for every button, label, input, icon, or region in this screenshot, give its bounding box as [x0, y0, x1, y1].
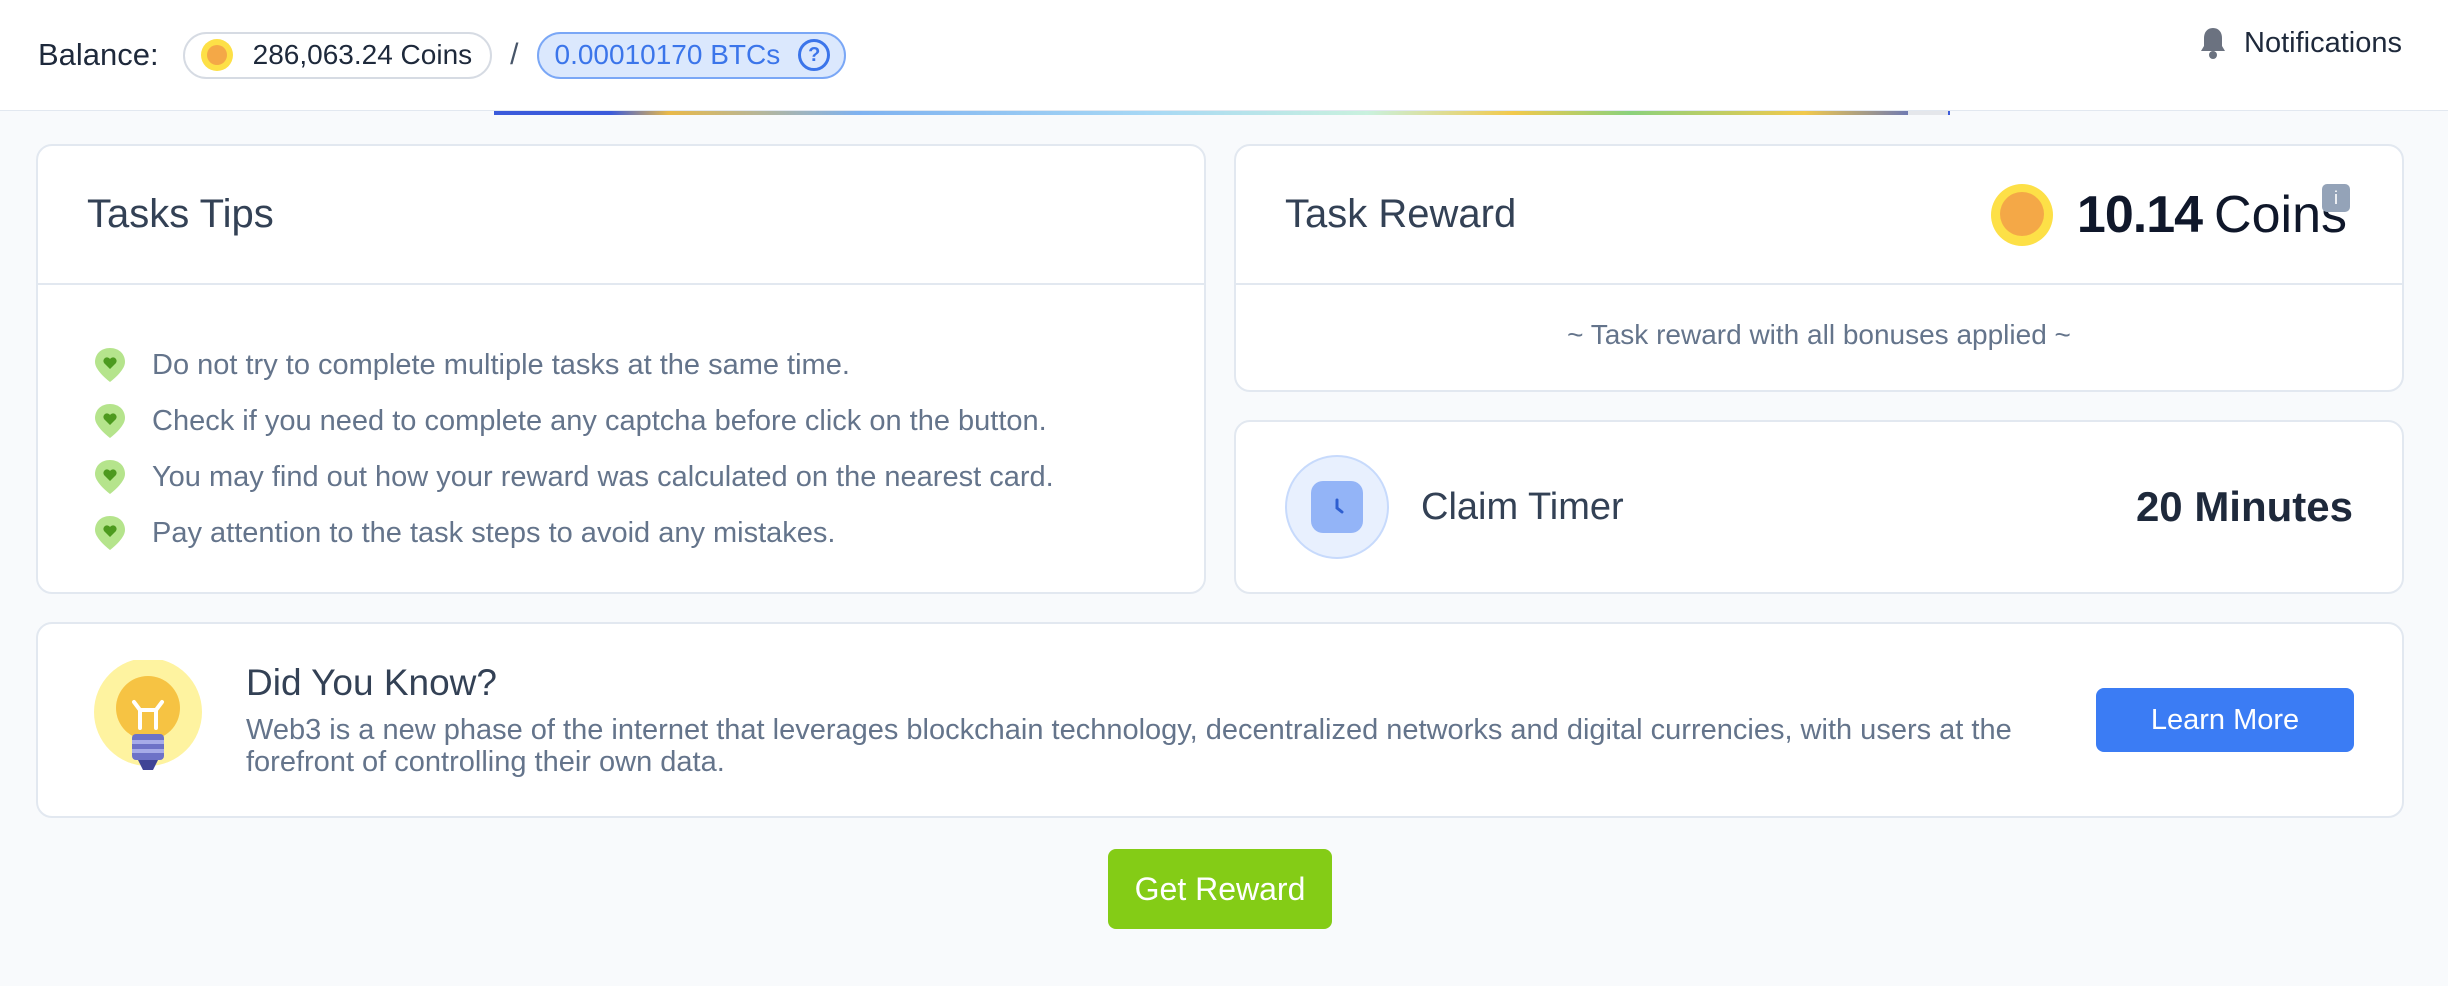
tips-list: Do not try to complete multiple tasks at…	[38, 285, 1204, 561]
notifications-button[interactable]: Notifications	[2198, 26, 2402, 60]
heart-pin-icon	[95, 404, 125, 438]
task-reward-card: Task Reward 10.14 Coins i ~ Task reward …	[1234, 144, 2404, 392]
coin-icon	[1990, 183, 2053, 246]
btc-balance-value: 0.00010170 BTCs	[554, 39, 781, 70]
task-reward-note: ~ Task reward with all bonuses applied ~	[1567, 319, 2071, 350]
question-circle-icon[interactable]: ?	[798, 39, 831, 71]
banner-strip-end	[1908, 111, 1948, 115]
get-reward-button[interactable]: Get Reward	[1108, 849, 1332, 929]
clock-icon	[1311, 481, 1363, 533]
did-you-know-card: Did You Know? Web3 is a new phase of the…	[36, 622, 2404, 818]
balance-label: Balance:	[38, 37, 159, 72]
coin-icon	[200, 39, 233, 71]
balance-separator: /	[510, 38, 519, 71]
banner-strip	[494, 111, 1950, 115]
bell-icon	[2201, 28, 2226, 59]
coins-balance-pill[interactable]: 286,063.24 Coins	[182, 31, 493, 79]
claim-timer-card: Claim Timer 20 Minutes	[1234, 420, 2404, 594]
info-icon[interactable]: i	[2322, 184, 2350, 212]
tip-text: Do not try to complete multiple tasks at…	[152, 348, 850, 381]
tasks-tips-card: Tasks Tips Do not try to complete multip…	[36, 144, 1206, 594]
notifications-label: Notifications	[2244, 26, 2402, 59]
did-you-know-content: Did You Know? Web3 is a new phase of the…	[246, 662, 2096, 778]
tip-item: Pay attention to the task steps to avoid…	[93, 505, 1204, 561]
did-you-know-title: Did You Know?	[246, 662, 497, 703]
tip-item: Check if you need to complete any captch…	[93, 393, 1204, 449]
task-reward-header: Task Reward 10.14 Coins i	[1236, 146, 2402, 285]
tip-text: Pay attention to the task steps to avoid…	[152, 516, 836, 549]
heart-pin-icon	[95, 348, 125, 382]
tasks-tips-title: Tasks Tips	[38, 146, 1204, 285]
heart-pin-icon	[95, 516, 125, 550]
btc-balance-pill[interactable]: 0.00010170 BTCs ?	[536, 31, 847, 79]
claim-timer-label: Claim Timer	[1421, 485, 1624, 528]
clock-icon-badge	[1285, 455, 1389, 559]
did-you-know-body: Web3 is a new phase of the internet that…	[246, 714, 2012, 778]
tip-item: You may find out how your reward was cal…	[93, 449, 1204, 505]
lightbulb-icon	[94, 660, 202, 770]
tip-item: Do not try to complete multiple tasks at…	[93, 337, 1204, 393]
claim-timer-value: 20 Minutes	[2135, 483, 2353, 530]
task-reward-value: 10.14	[2076, 185, 2203, 244]
top-bar: Balance: 286,063.24 Coins / 0.00010170 B…	[0, 0, 2448, 111]
task-reward-title: Task Reward	[1285, 192, 1517, 236]
tip-text: Check if you need to complete any captch…	[152, 404, 1047, 437]
coins-balance-value: 286,063.24 Coins	[252, 39, 473, 70]
tip-text: You may find out how your reward was cal…	[152, 460, 1054, 493]
learn-more-button[interactable]: Learn More	[2096, 688, 2354, 752]
heart-pin-icon	[95, 460, 125, 494]
